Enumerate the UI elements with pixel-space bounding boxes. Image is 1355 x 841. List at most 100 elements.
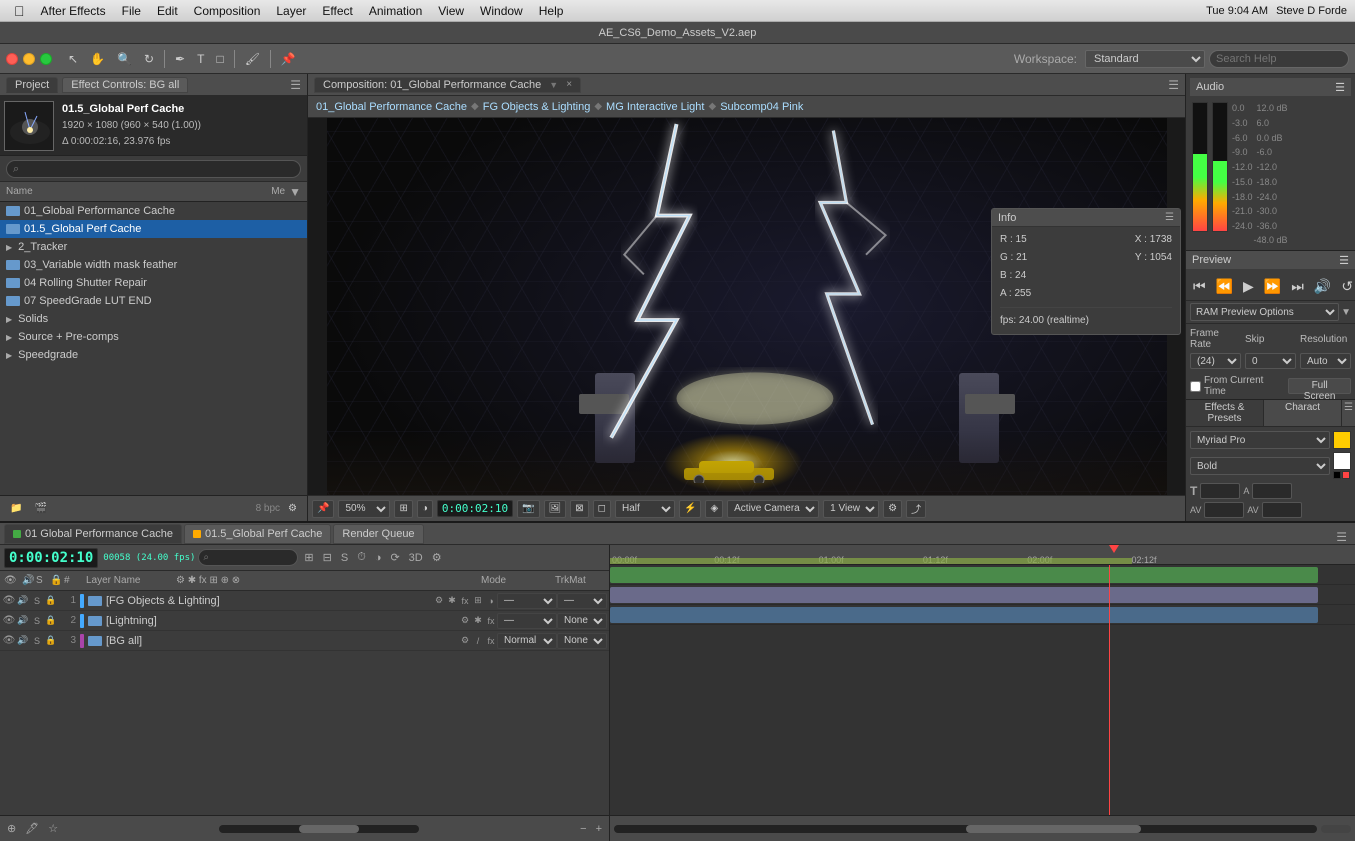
playhead-marker[interactable] [1109,545,1119,553]
timeline-search-input[interactable] [198,549,298,566]
layer-solo-2[interactable]: S [30,614,44,628]
layer-audio-3[interactable]: 🔊 [16,634,30,648]
snapshot-btn[interactable]: 📷 [517,500,539,518]
layer-continuous-icon[interactable]: ✱ [446,595,458,607]
toolbar-select-tool[interactable]: ↖ [64,50,82,68]
layer-mode-2[interactable]: —Normal [497,613,557,629]
list-item[interactable]: 07 SpeedGrade LUT END [0,292,307,310]
list-item[interactable]: 03_Variable width mask feather [0,256,307,274]
play-btn[interactable]: ▶ [1240,277,1257,296]
timeline-layer-row[interactable]: 👁 🔊 S 🔒 2 [Lightning] ⚙ ✱ fx [0,611,609,631]
timeline-layer-row[interactable]: 👁 🔊 S 🔒 1 [FG Objects & Lighting] ⚙ ✱ fx… [0,591,609,611]
mask-btn[interactable]: ◑ [417,500,433,518]
from-current-time-label[interactable]: From Current Time [1190,375,1284,397]
tl-hscroll-thumb[interactable] [966,825,1142,833]
loop-btn[interactable]: ↺ [1338,277,1355,296]
transparency-btn[interactable]: ◈ [705,500,723,518]
fast-preview-btn[interactable]: ⚡ [679,500,701,518]
effects-panel-menu[interactable]: ☰ [1342,400,1355,426]
scroll-thumb[interactable] [299,825,359,833]
toolbar-pen-tool[interactable]: ✒ [171,50,189,68]
full-screen-btn[interactable]: Full Screen [1288,378,1351,394]
layer-trkmat-2[interactable]: None [557,613,607,629]
list-item[interactable]: 04 Rolling Shutter Repair [0,274,307,292]
tl-graph-btn[interactable]: ⟳ [387,550,402,565]
tl-new-layer-btn[interactable]: ⊕ [4,821,19,836]
toolbar-text-tool[interactable]: T [193,50,208,68]
view-select[interactable]: 1 View [823,500,879,518]
project-search-input[interactable] [6,160,301,178]
layer-pen-3[interactable]: / [472,635,484,647]
skip-select[interactable]: 0 [1245,353,1296,369]
tl-3d-btn[interactable]: 3D [406,551,426,565]
left-panel-menu-btn[interactable]: ☰ [290,78,301,92]
comp-tab-close-btn[interactable]: × [566,79,572,90]
breadcrumb-item-1[interactable]: 01_Global Performance Cache [316,101,467,113]
show-snapshot-btn[interactable]: 🖼 [544,500,567,518]
red-swatch[interactable] [1342,471,1350,479]
layer-audio-1[interactable]: 🔊 [16,594,30,608]
maximize-window-btn[interactable] [40,53,52,65]
tl-zoom-in[interactable]: + [593,822,605,836]
work-area-bar[interactable] [610,558,1132,564]
toolbar-shape-tool[interactable]: □ [212,50,227,68]
track-bar-2[interactable] [610,587,1318,603]
layer-fx-2[interactable]: fx [485,615,497,627]
timecode-display[interactable]: 0:00:02:10 [437,500,513,517]
ram-preview-select[interactable]: RAM Preview Options [1190,303,1339,321]
menu-composition[interactable]: Composition [188,0,267,22]
audio-btn[interactable]: 🔊 [1311,277,1334,296]
goto-start-btn[interactable]: ⏮ [1190,277,1209,296]
comp-tab-active[interactable]: Composition: 01_Global Performance Cache… [314,77,581,93]
camera-select[interactable]: Active Camera [727,500,819,518]
track-bar-1[interactable] [610,567,1318,583]
menu-animation[interactable]: Animation [363,0,428,22]
tl-motion-blur-btn[interactable]: ◑ [372,551,385,565]
tl-timecode[interactable]: 0:00:02:10 [4,548,98,568]
tl-tab-global[interactable]: 01 Global Performance Cache [4,524,182,544]
comp-settings-btn[interactable]: ⚙ [883,500,902,518]
stroke-color-swatch[interactable] [1333,452,1351,470]
list-item[interactable]: ▶ Source + Pre-comps [0,328,307,346]
menu-window[interactable]: Window [474,0,529,22]
step-forward-btn[interactable]: ⏩ [1261,277,1284,296]
close-window-btn[interactable] [6,53,18,65]
comp-panel-menu[interactable]: ☰ [1168,78,1179,92]
show-channel-btn[interactable]: ⊠ [570,500,588,518]
audio-menu[interactable]: ☰ [1335,81,1345,94]
menu-help[interactable]: Help [533,0,570,22]
show-alpha-btn[interactable]: ◻ [593,500,611,518]
tab-effects-presets[interactable]: Effects & Presets [1186,400,1264,426]
kerning-input[interactable]: 27 [1262,502,1302,518]
info-menu[interactable]: ☰ [1165,212,1174,223]
preview-menu[interactable]: ☰ [1339,254,1349,267]
layer-vis-2[interactable]: 👁 [2,614,16,628]
tl-playhead-line[interactable] [1109,565,1110,815]
quality-select[interactable]: Half Full Quarter [615,500,675,518]
track-bar-3[interactable] [610,607,1318,623]
layer-vis-3[interactable]: 👁 [2,634,16,648]
layer-mode-1[interactable]: —Normal [497,593,557,609]
tl-tab-perf[interactable]: 01.5_Global Perf Cache [184,524,331,544]
tl-hscroll[interactable] [614,825,1317,833]
toolbar-zoom-tool[interactable]: 🔍 [113,50,136,68]
tl-solo-btn[interactable]: S [338,551,351,565]
comp-tab-dropdown[interactable]: ▼ [549,80,558,90]
breadcrumb-item-4[interactable]: Subcomp04 Pink [720,101,803,113]
layer-lock-2[interactable]: 🔒 [44,614,58,628]
frame-rate-select[interactable]: (24) [1190,353,1241,369]
list-item[interactable]: 01_Global Performance Cache [0,202,307,220]
layer-trkmat-3[interactable]: None [557,633,607,649]
leading-input[interactable]: Auto [1252,483,1292,499]
font-style-select[interactable]: Bold [1190,457,1330,475]
layer-trkmat-1[interactable]: — [557,593,607,609]
toolbar-rotate-tool[interactable]: ↻ [140,50,158,68]
tl-tab-render[interactable]: Render Queue [333,524,423,544]
tl-settings-btn[interactable]: ⚙ [429,550,445,565]
list-item-selected[interactable]: 01.5_Global Perf Cache [0,220,307,238]
menu-edit[interactable]: Edit [151,0,184,22]
tracking-type-input[interactable]: Optical [1204,502,1244,518]
layer-motion-blur-icon[interactable]: ◑ [485,595,497,607]
layer-lock-3[interactable]: 🔒 [44,634,58,648]
tl-frames-btn[interactable]: ⏱ [354,550,369,565]
